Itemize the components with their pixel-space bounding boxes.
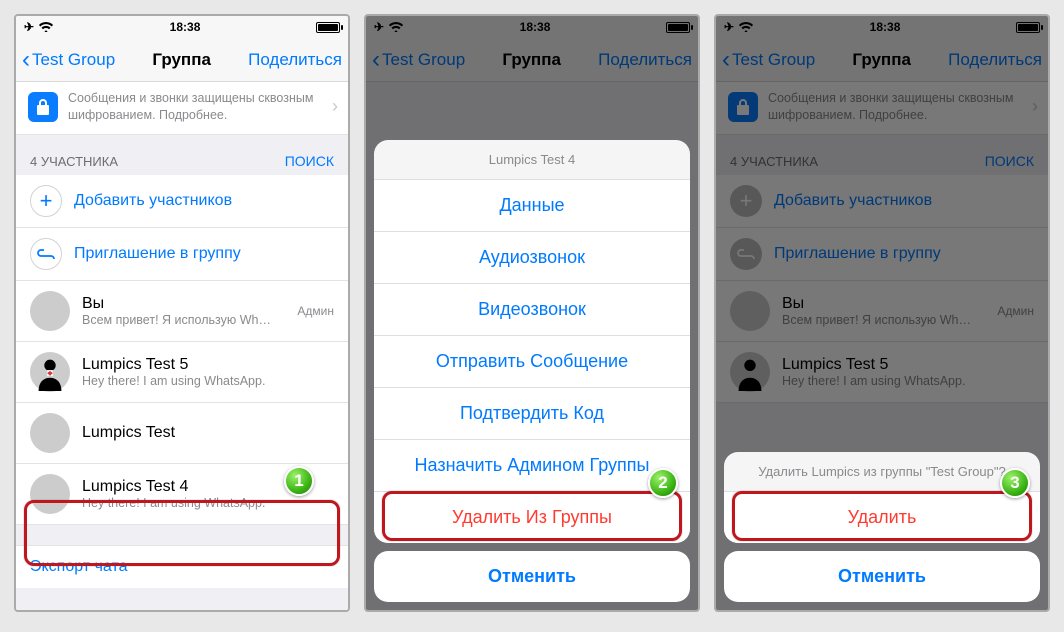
search-button[interactable]: ПОИСК <box>285 153 334 169</box>
sheet-option-remove[interactable]: Удалить Из Группы <box>374 492 690 543</box>
member-status: Всем привет! Я использую Wh… <box>82 313 285 327</box>
invite-link-row[interactable]: Приглашение в группу <box>16 228 348 281</box>
battery-icon <box>316 22 340 33</box>
member-row-target[interactable]: Lumpics Test 4 Hey there! I am using Wha… <box>16 464 348 525</box>
chevron-right-icon: › <box>332 96 338 117</box>
member-row[interactable]: Lumpics Test <box>16 403 348 464</box>
member-row[interactable]: Lumpics Test 5 Hey there! I am using Wha… <box>16 342 348 403</box>
sheet-option-verify-code[interactable]: Подтвердить Код <box>374 388 690 440</box>
encryption-text: Сообщения и звонки защищены сквозным шиф… <box>68 90 322 124</box>
avatar-icon <box>30 352 70 392</box>
confirm-sheet-overlay[interactable]: Удалить Lumpics из группы "Test Group"? … <box>716 16 1048 610</box>
sheet-option-make-admin[interactable]: Назначить Админом Группы <box>374 440 690 492</box>
avatar-icon <box>30 474 70 514</box>
phone-screen-3: ✈︎ 18:38 ‹ Test Group Группа Поделиться … <box>714 14 1050 612</box>
action-sheet: Lumpics Test 4 Данные Аудиозвонок Видеоз… <box>374 140 690 543</box>
phone-screen-1: ✈︎ 18:38 ‹ Test Group Группа Поделиться <box>14 14 350 612</box>
sheet-cancel-button[interactable]: Отменить <box>374 551 690 602</box>
plus-icon: + <box>30 185 62 217</box>
admin-badge: Админ <box>297 304 334 318</box>
member-row-you[interactable]: Вы Всем привет! Я использую Wh… Админ <box>16 281 348 342</box>
confirm-title: Удалить Lumpics из группы "Test Group"? <box>724 452 1040 492</box>
back-button[interactable]: ‹ Test Group <box>22 48 115 72</box>
encryption-row[interactable]: Сообщения и звонки защищены сквозным шиф… <box>16 82 348 135</box>
member-name: Lumpics Test 4 <box>82 478 334 496</box>
sheet-option-info[interactable]: Данные <box>374 180 690 232</box>
member-status: Hey there! I am using WhatsApp. <box>82 374 334 388</box>
member-name: Вы <box>82 295 285 313</box>
lock-icon <box>28 92 58 122</box>
confirm-sheet: Удалить Lumpics из группы "Test Group"? … <box>724 452 1040 543</box>
member-name: Lumpics Test <box>82 424 334 442</box>
status-bar: ✈︎ 18:38 <box>16 16 348 38</box>
status-time: 18:38 <box>170 20 201 34</box>
participants-header: 4 УЧАСТНИКА ПОИСК <box>16 135 348 175</box>
airplane-icon: ✈︎ <box>24 20 34 34</box>
link-icon <box>30 238 62 270</box>
confirm-cancel-button[interactable]: Отменить <box>724 551 1040 602</box>
nav-title: Группа <box>152 50 211 70</box>
wifi-icon <box>38 20 54 35</box>
member-status: Hey there! I am using WhatsApp. <box>82 496 334 510</box>
add-participants-row[interactable]: + Добавить участников <box>16 175 348 228</box>
sheet-title: Lumpics Test 4 <box>374 140 690 180</box>
sheet-option-video-call[interactable]: Видеозвонок <box>374 284 690 336</box>
chevron-left-icon: ‹ <box>22 48 30 72</box>
avatar-icon <box>30 291 70 331</box>
confirm-delete-button[interactable]: Удалить <box>724 492 1040 543</box>
phone-screen-2: ✈︎ 18:38 ‹ Test Group Группа Поделиться … <box>364 14 700 612</box>
participants-count: 4 УЧАСТНИКА <box>30 154 118 169</box>
avatar-icon <box>30 413 70 453</box>
member-name: Lumpics Test 5 <box>82 356 334 374</box>
sheet-option-send-message[interactable]: Отправить Сообщение <box>374 336 690 388</box>
nav-bar: ‹ Test Group Группа Поделиться <box>16 38 348 82</box>
export-chat-row[interactable]: Экспорт чата <box>16 545 348 588</box>
share-button[interactable]: Поделиться <box>248 50 342 70</box>
sheet-option-audio-call[interactable]: Аудиозвонок <box>374 232 690 284</box>
action-sheet-overlay[interactable]: Lumpics Test 4 Данные Аудиозвонок Видеоз… <box>366 16 698 610</box>
